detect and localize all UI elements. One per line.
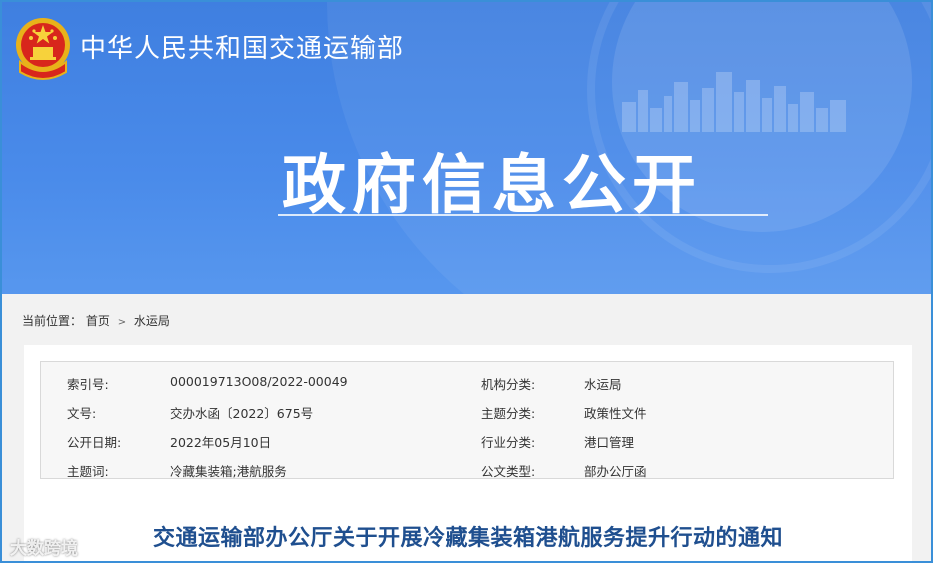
metadata-row: 主题词: 冷藏集装箱;港航服务 公文类型: 部办公厅函 <box>41 453 893 482</box>
metadata-label: 主题分类: <box>481 406 536 421</box>
metadata-value: 水运局 <box>584 377 622 392</box>
metadata-label: 主题词: <box>67 464 109 479</box>
metadata-row: 索引号: 000019713O08/2022-00049 机构分类: 水运局 <box>41 366 893 395</box>
breadcrumb: 当前位置： 首页 > 水运局 <box>22 312 170 329</box>
metadata-value: 部办公厅函 <box>584 464 647 479</box>
metadata-label: 机构分类: <box>481 377 536 392</box>
metadata-label: 公开日期: <box>67 435 122 450</box>
breadcrumb-prefix: 当前位置： <box>22 314 83 328</box>
breadcrumb-separator: > <box>117 317 127 328</box>
content-panel: 索引号: 000019713O08/2022-00049 机构分类: 水运局 文… <box>24 345 912 561</box>
national-emblem-icon <box>16 18 70 80</box>
header-banner: 中华人民共和国交通运输部 政府信息公开 <box>2 2 931 294</box>
breadcrumb-section-link[interactable]: 水运局 <box>134 312 170 329</box>
city-skyline-illustration <box>622 72 846 132</box>
metadata-value: 000019713O08/2022-00049 <box>170 374 348 389</box>
metadata-label: 文号: <box>67 406 97 421</box>
section-title: 政府信息公开 <box>282 149 702 223</box>
metadata-row: 公开日期: 2022年05月10日 行业分类: 港口管理 <box>41 424 893 453</box>
metadata-value: 冷藏集装箱;港航服务 <box>170 464 287 479</box>
title-underline <box>278 214 768 216</box>
metadata-value: 港口管理 <box>584 435 635 450</box>
metadata-value: 政策性文件 <box>584 406 647 421</box>
metadata-label: 行业分类: <box>481 435 536 450</box>
document-title: 交通运输部办公厅关于开展冷藏集装箱港航服务提升行动的通知 <box>152 526 783 551</box>
page-frame: 中华人民共和国交通运输部 政府信息公开 当前位置： 首页 > 水运局 索引号: … <box>0 0 933 563</box>
breadcrumb-home-link[interactable]: 首页 <box>86 312 110 329</box>
metadata-label: 公文类型: <box>481 464 536 479</box>
document-metadata-table: 索引号: 000019713O08/2022-00049 机构分类: 水运局 文… <box>40 361 894 479</box>
metadata-label: 索引号: <box>67 377 109 392</box>
metadata-value: 交办水函〔2022〕675号 <box>170 406 314 421</box>
metadata-value: 2022年05月10日 <box>170 435 272 450</box>
ministry-name: 中华人民共和国交通运输部 <box>80 34 405 64</box>
metadata-row: 文号: 交办水函〔2022〕675号 主题分类: 政策性文件 <box>41 395 893 424</box>
watermark-logo: 大数跨境 <box>10 539 78 559</box>
